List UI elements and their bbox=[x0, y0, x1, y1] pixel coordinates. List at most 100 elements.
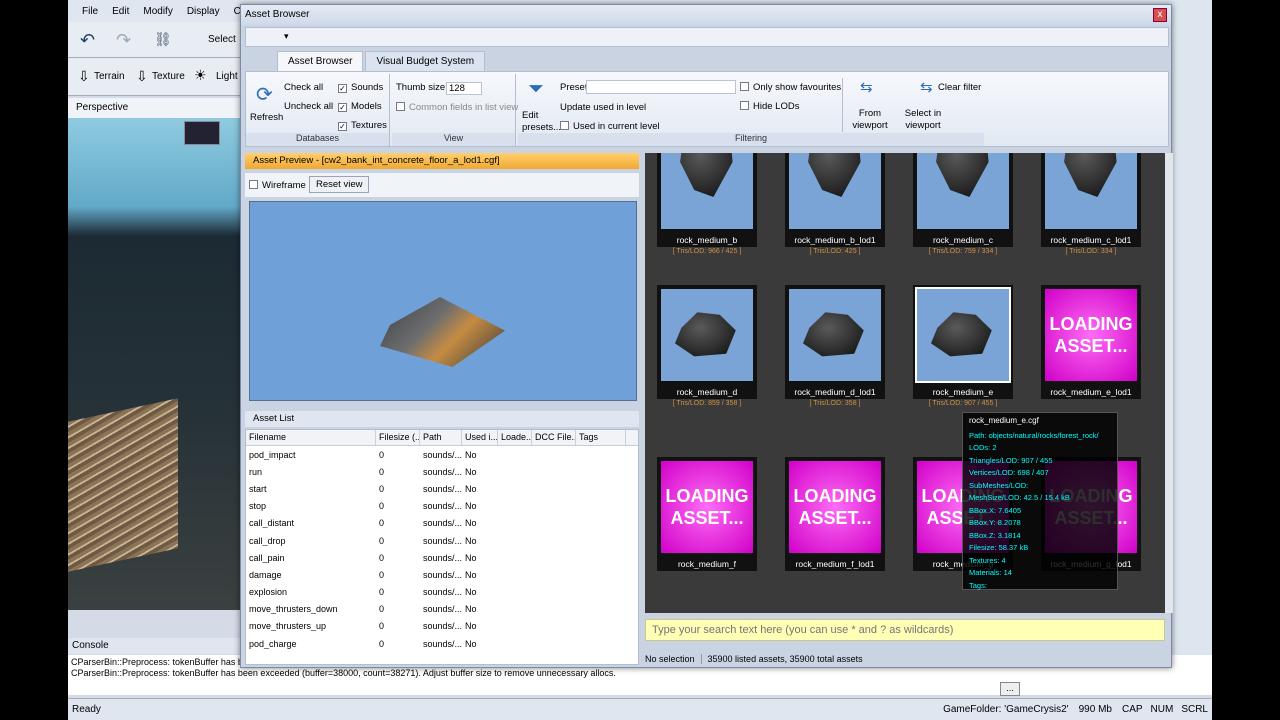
select-in-viewport-icon[interactable]: ⇆ bbox=[920, 78, 933, 96]
redo-icon[interactable]: ↷ bbox=[116, 30, 131, 51]
tab-asset-browser[interactable]: Asset Browser bbox=[277, 51, 364, 71]
table-row[interactable]: explosion 0 sounds/... No bbox=[246, 584, 638, 601]
tooltip-line: SubMeshes/LOD: bbox=[969, 480, 1029, 490]
preview-model bbox=[380, 297, 505, 367]
cell-used-in: No bbox=[465, 552, 477, 563]
thumbnail-image bbox=[915, 287, 1011, 383]
clear-filter-button[interactable]: Clear filter bbox=[938, 82, 981, 93]
viewport-selection-icon[interactable]: ⇆ bbox=[860, 78, 873, 96]
column-filename[interactable]: Filename bbox=[246, 430, 376, 445]
update-used-button[interactable]: Update used in level bbox=[560, 102, 646, 113]
tooltip-line: BBox.X: 7.6405 bbox=[969, 505, 1022, 515]
table-row[interactable]: call_drop 0 sounds/... No bbox=[246, 532, 638, 549]
thumbnail-label: rock_medium_d_lod1 bbox=[785, 385, 885, 399]
quick-access-toolbar: ▾ bbox=[245, 27, 1169, 47]
column-used-in[interactable]: Used i... bbox=[462, 430, 498, 445]
only-favourites-checkbox[interactable]: Only show favourites bbox=[740, 82, 841, 93]
table-row[interactable]: stop 0 sounds/... No bbox=[246, 498, 638, 515]
thumbnail-label: rock_medium_c_lod1 bbox=[1041, 233, 1141, 247]
thumbnail-rock-medium-f[interactable]: LOADING ASSET... rock_medium_f bbox=[657, 457, 757, 577]
undo-icon[interactable]: ↶ bbox=[80, 30, 95, 51]
thumbnail-rock-medium-b[interactable]: rock_medium_b[ Tris/LOD: 966 / 425 ] bbox=[657, 153, 757, 255]
column-loaded[interactable]: Loade... bbox=[498, 430, 532, 445]
table-row[interactable]: pod_impact 0 sounds/... No bbox=[246, 446, 638, 463]
console-more-button[interactable]: ... bbox=[1000, 682, 1020, 696]
textures-checkbox[interactable]: ✓ Textures bbox=[338, 120, 387, 131]
thumbnail-rock-medium-b-lod1[interactable]: rock_medium_b_lod1[ Tris/LOD: 425 ] bbox=[785, 153, 885, 255]
funnel-icon[interactable]: ⏷ bbox=[528, 78, 544, 101]
common-fields-checkbox[interactable]: Common fields in list view bbox=[396, 102, 518, 113]
terrain-button[interactable]: Terrain bbox=[94, 71, 125, 82]
checkbox-checked: ✓ bbox=[338, 122, 347, 131]
cell-filesize: 0 bbox=[379, 569, 385, 580]
column-dcc-file[interactable]: DCC File... bbox=[532, 430, 576, 445]
column-filesize[interactable]: Filesize (... bbox=[376, 430, 420, 445]
thumbnail-label: rock_medium_b_lod1 bbox=[785, 233, 885, 247]
menu-modify[interactable]: Modify bbox=[143, 6, 172, 17]
thumbnail-image bbox=[1045, 153, 1137, 229]
table-row[interactable]: run 0 sounds/... No bbox=[246, 463, 638, 480]
asset-preview-viewport[interactable] bbox=[249, 201, 637, 401]
search-box bbox=[645, 619, 1165, 641]
sounds-checkbox[interactable]: ✓ Sounds bbox=[338, 82, 383, 93]
reset-view-button[interactable]: Reset view bbox=[309, 176, 370, 193]
preset-select[interactable] bbox=[586, 80, 736, 94]
link-icon[interactable]: ⛓ bbox=[154, 31, 172, 48]
cell-filesize: 0 bbox=[379, 483, 385, 494]
used-in-current-checkbox[interactable]: Used in current level bbox=[560, 121, 660, 132]
thumbnail-lod-info: [ Tris/LOD: 759 / 334 ] bbox=[928, 248, 998, 255]
table-row[interactable]: move_thrusters_down 0 sounds/... No bbox=[246, 601, 638, 618]
thumbnail-rock-medium-f-lod1[interactable]: LOADING ASSET... rock_medium_f_lod1 bbox=[785, 457, 885, 577]
chevron-down-icon[interactable]: ▾ bbox=[284, 31, 289, 42]
thumbnail-rock-medium-e[interactable]: rock_medium_e[ Tris/LOD: 907 / 455 ] bbox=[913, 285, 1013, 407]
hide-lods-checkbox[interactable]: Hide LODs bbox=[740, 101, 799, 112]
cell-filesize: 0 bbox=[379, 621, 385, 632]
cell-filename: start bbox=[249, 483, 267, 494]
preview-toolbar: Wireframe Reset view bbox=[245, 173, 639, 197]
thumbnail-rock-medium-c-lod1[interactable]: rock_medium_c_lod1[ Tris/LOD: 334 ] bbox=[1041, 153, 1141, 255]
cell-filename: call_distant bbox=[249, 518, 295, 529]
close-button[interactable]: x bbox=[1153, 8, 1167, 22]
thumbnail-rock-medium-e-lod1[interactable]: LOADING ASSET... rock_medium_e_lod1 bbox=[1041, 285, 1141, 405]
lighting-button[interactable]: Light bbox=[216, 71, 238, 82]
select-mode-button[interactable]: Select bbox=[208, 34, 236, 45]
uncheck-all-button[interactable]: Uncheck all bbox=[284, 101, 333, 112]
refresh-icon[interactable]: ⟳ bbox=[256, 82, 273, 107]
column-tags[interactable]: Tags bbox=[576, 430, 626, 445]
table-row[interactable]: call_distant 0 sounds/... No bbox=[246, 515, 638, 532]
texture-button[interactable]: Texture bbox=[152, 71, 185, 82]
table-row[interactable]: move_thrusters_up 0 sounds/... No bbox=[246, 618, 638, 635]
tooltip-line: Vertices/LOD: 698 / 407 bbox=[969, 468, 1049, 477]
viewport-wood-crate bbox=[68, 398, 178, 572]
table-row[interactable]: damage 0 sounds/... No bbox=[246, 566, 638, 583]
cell-path: sounds/... bbox=[423, 604, 462, 615]
menu-display[interactable]: Display bbox=[187, 6, 220, 17]
thumbnail-frame bbox=[913, 153, 1013, 233]
thumbnail-scrollbar[interactable] bbox=[1165, 153, 1173, 613]
used-in-current-label: Used in current level bbox=[573, 121, 660, 132]
refresh-button[interactable]: Refresh bbox=[250, 112, 283, 123]
wireframe-checkbox[interactable]: Wireframe bbox=[249, 180, 306, 191]
thumbnail-rock-medium-d[interactable]: rock_medium_d[ Tris/LOD: 859 / 358 ] bbox=[657, 285, 757, 407]
cell-filename: damage bbox=[249, 569, 282, 580]
table-row[interactable]: start 0 sounds/... No bbox=[246, 480, 638, 497]
cell-filesize: 0 bbox=[379, 501, 385, 512]
thumbnail-rock-medium-c[interactable]: rock_medium_c[ Tris/LOD: 759 / 334 ] bbox=[913, 153, 1013, 255]
cell-path: sounds/... bbox=[423, 535, 462, 546]
search-input[interactable] bbox=[652, 624, 1158, 636]
select-in-viewport-button[interactable]: Select in viewport bbox=[900, 108, 946, 132]
menu-file[interactable]: File bbox=[82, 6, 98, 17]
check-all-button[interactable]: Check all bbox=[284, 82, 323, 93]
column-path[interactable]: Path bbox=[420, 430, 462, 445]
models-checkbox[interactable]: ✓ Models bbox=[338, 101, 382, 112]
table-row[interactable]: pod_charge 0 sounds/... No bbox=[246, 635, 638, 652]
thumbnail-image bbox=[789, 153, 881, 229]
thumbnail-frame bbox=[1041, 153, 1141, 233]
edit-presets-button[interactable]: Edit presets... bbox=[522, 110, 561, 134]
menu-edit[interactable]: Edit bbox=[112, 6, 129, 17]
thumb-size-select[interactable]: 128 bbox=[446, 82, 482, 95]
common-fields-label: Common fields in list view bbox=[409, 102, 519, 113]
tab-visual-budget-system[interactable]: Visual Budget System bbox=[365, 51, 486, 71]
table-row[interactable]: call_pain 0 sounds/... No bbox=[246, 549, 638, 566]
thumbnail-rock-medium-d-lod1[interactable]: rock_medium_d_lod1[ Tris/LOD: 358 ] bbox=[785, 285, 885, 407]
